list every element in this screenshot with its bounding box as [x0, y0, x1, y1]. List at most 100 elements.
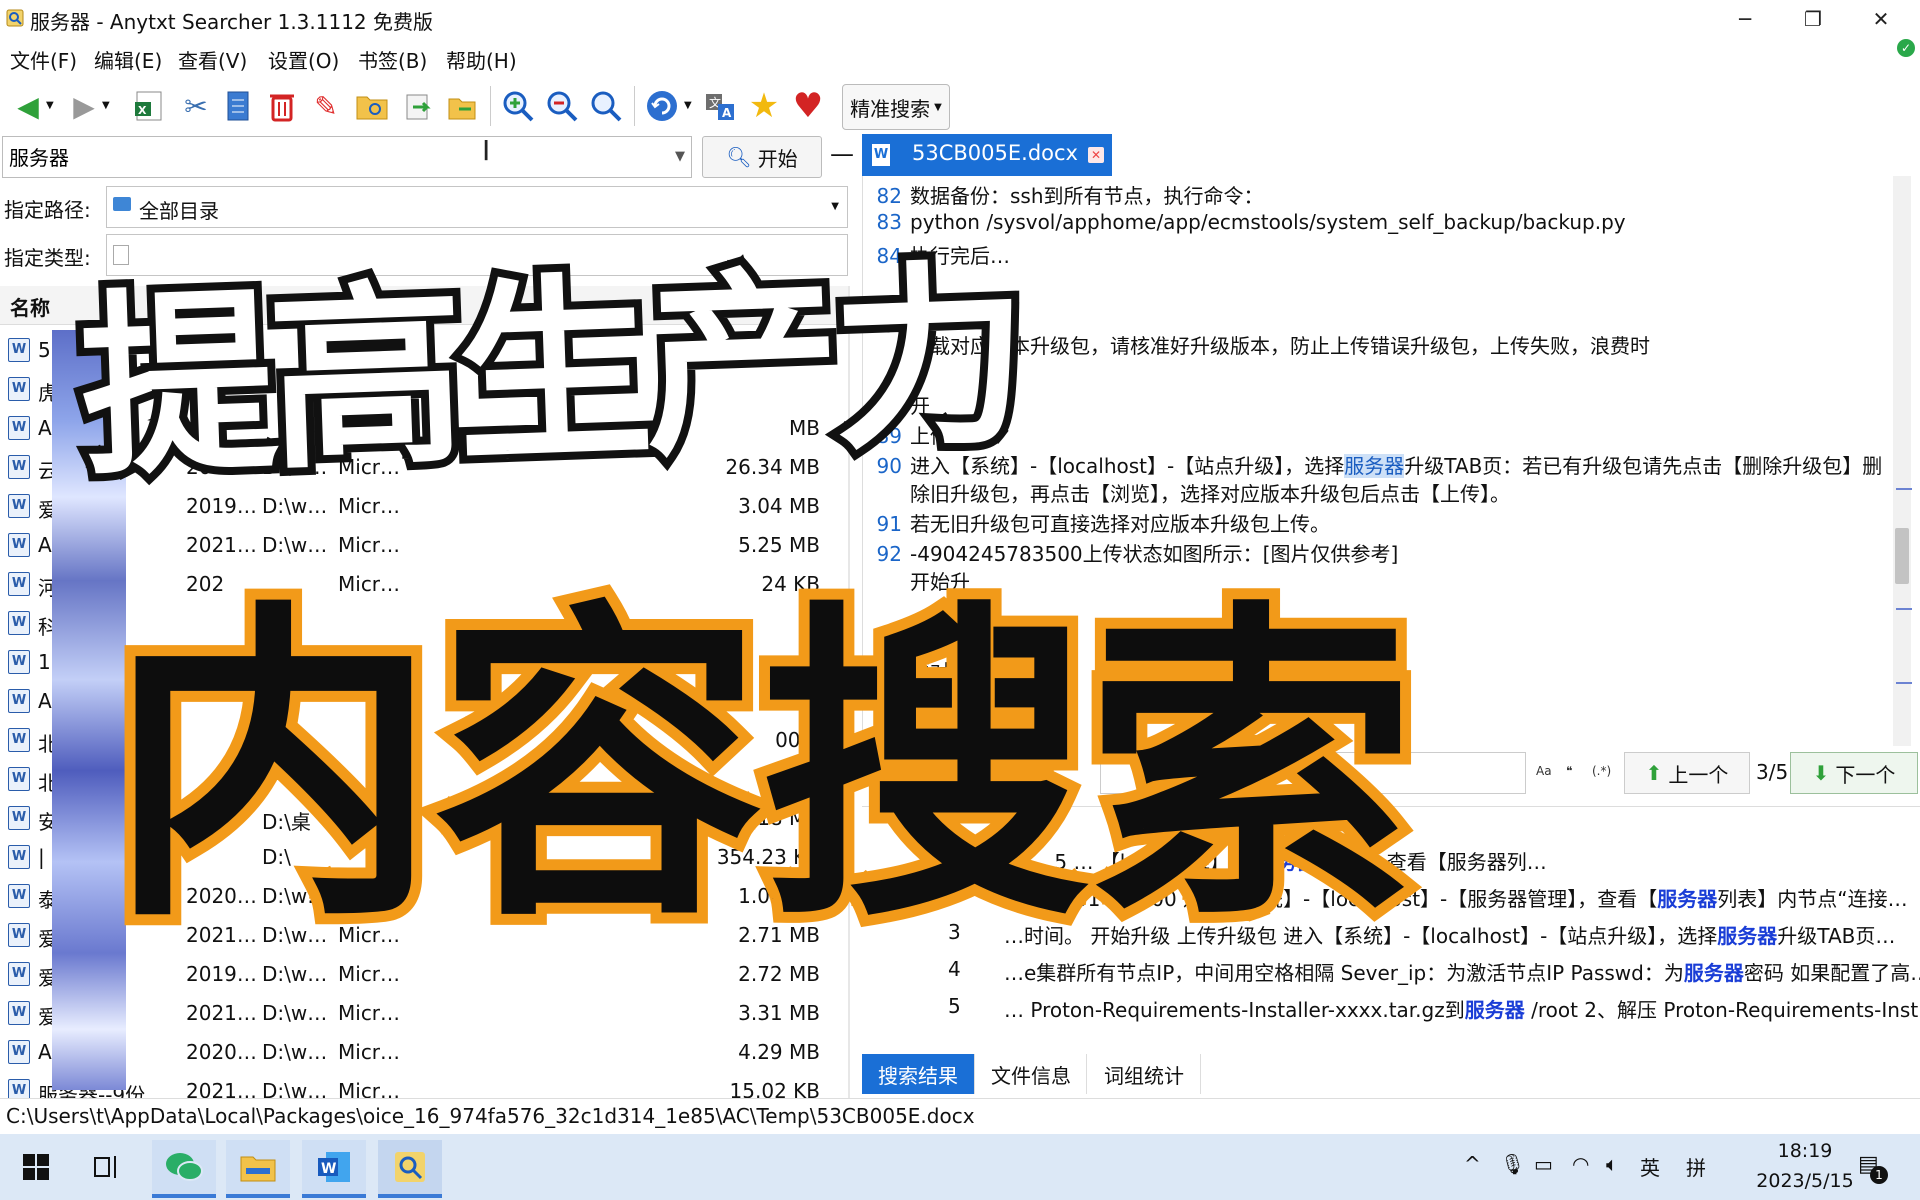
- column-name-header[interactable]: 名称: [10, 292, 50, 321]
- menu-file[interactable]: 文件(F): [10, 45, 77, 74]
- word-doc-icon: W: [8, 767, 30, 791]
- microphone-icon[interactable]: 🎙︎: [1500, 1152, 1525, 1176]
- line-text: 下载对应版本升级包，请核准好升级版本，防止上传错误升级包，上传失败，浪费时: [910, 334, 1650, 358]
- close-tab-icon[interactable]: ✕: [1088, 147, 1104, 163]
- list-item[interactable]: W爱 实施…2021…D:\w…Micr…3.31 MB: [0, 993, 850, 1031]
- back-icon[interactable]: ◀: [8, 86, 48, 126]
- document-scrollbar[interactable]: [1893, 176, 1911, 746]
- notification-count: 1: [1870, 1166, 1888, 1184]
- regex-toggle[interactable]: (.*): [1592, 764, 1611, 778]
- word-doc-icon: W: [8, 1040, 30, 1064]
- computer-icon: [113, 197, 131, 211]
- menu-settings[interactable]: 设置(O): [268, 45, 339, 74]
- match-marker: [1896, 682, 1912, 684]
- ime-mode[interactable]: 拼: [1686, 1152, 1706, 1181]
- menu-bookmarks[interactable]: 书签(B): [358, 45, 427, 74]
- document-tab-title: 53CB005E.docx: [912, 141, 1078, 165]
- network-icon[interactable]: ◠: [1572, 1152, 1589, 1176]
- back-dropdown-icon[interactable]: ▼: [46, 100, 54, 111]
- menu-edit[interactable]: 编辑(E): [94, 45, 162, 74]
- zoom-in-icon[interactable]: [498, 86, 538, 126]
- file-explorer-icon[interactable]: [226, 1140, 290, 1198]
- search-input[interactable]: [3, 137, 655, 175]
- next-match-label: 下一个: [1835, 762, 1896, 787]
- toolbar-separator: [634, 86, 635, 126]
- collapse-button[interactable]: —: [830, 140, 854, 168]
- favorite-star-icon[interactable]: ★: [744, 86, 784, 126]
- zoom-out-icon[interactable]: [542, 86, 582, 126]
- result-index: 5: [948, 994, 961, 1018]
- path-value: 全部目录: [139, 199, 219, 223]
- excel-export-icon[interactable]: X: [130, 86, 170, 126]
- menu-help[interactable]: 帮助(H): [446, 45, 517, 74]
- previous-match-label: 上一个: [1668, 762, 1729, 787]
- word-doc-icon: W: [8, 806, 30, 830]
- zoom-reset-icon[interactable]: [586, 86, 626, 126]
- result-text: … Proton-Requirements-Installer-xxxx.tar…: [1004, 998, 1465, 1022]
- document-scroll-thumb[interactable]: [1895, 528, 1909, 584]
- list-item[interactable]: WA up …2020…D:\w…Micr…4.29 MB: [0, 1032, 850, 1070]
- forward-dropdown-icon[interactable]: ▼: [102, 100, 110, 111]
- windows-start-icon[interactable]: [4, 1140, 68, 1194]
- start-search-label: 开始: [757, 146, 798, 171]
- status-bar: C:\Users\t\AppData\Local\Packages\oice_1…: [0, 1098, 1920, 1133]
- line-text: 升级TAB页：若已有升级包请先点击【删除升级包】删: [1404, 454, 1883, 478]
- word-doc-icon: W: [8, 572, 30, 596]
- open-folder-icon[interactable]: [352, 86, 392, 126]
- app-logo-icon: [6, 9, 24, 27]
- whole-word-toggle[interactable]: ❝: [1566, 764, 1572, 778]
- highlighted-match: 服务器: [1344, 454, 1405, 478]
- input-language[interactable]: 英: [1640, 1152, 1660, 1181]
- word-doc-icon: W: [8, 650, 30, 674]
- chevron-down-icon[interactable]: ▼: [675, 149, 685, 164]
- show-hidden-icons-icon[interactable]: ^: [1464, 1152, 1481, 1176]
- refresh-dropdown-icon[interactable]: ▼: [684, 100, 692, 111]
- word-doc-icon: W: [8, 884, 30, 908]
- export-icon[interactable]: [398, 86, 438, 126]
- clock-time[interactable]: 18:19: [1740, 1140, 1870, 1162]
- precise-search-dropdown[interactable]: 精准搜索 ▼: [842, 84, 950, 130]
- word-icon[interactable]: W: [302, 1140, 366, 1198]
- delete-icon[interactable]: [262, 86, 302, 126]
- menu-view[interactable]: 查看(V): [178, 45, 247, 74]
- tab-phrase-stats[interactable]: 词组统计: [1088, 1054, 1201, 1094]
- anytxt-taskbar-icon[interactable]: [378, 1140, 442, 1198]
- task-view-icon[interactable]: [76, 1140, 140, 1194]
- status-ok-icon: ✓: [1897, 39, 1915, 57]
- tab-file-info[interactable]: 文件信息: [976, 1054, 1087, 1094]
- clean-icon[interactable]: ✎: [306, 86, 346, 126]
- copy-icon[interactable]: [218, 86, 258, 126]
- translate-icon[interactable]: 文A: [700, 86, 740, 126]
- cut-icon[interactable]: ✂: [176, 86, 216, 126]
- wechat-icon[interactable]: [152, 1140, 216, 1198]
- clock-date[interactable]: 2023/5/15: [1740, 1170, 1870, 1192]
- match-case-toggle[interactable]: Aa: [1536, 764, 1552, 778]
- import-icon[interactable]: [442, 86, 482, 126]
- word-doc-icon: W: [8, 416, 30, 440]
- forward-icon[interactable]: ▶: [64, 86, 104, 126]
- refresh-icon[interactable]: [642, 86, 682, 126]
- status-file-path: C:\Users\t\AppData\Local\Packages\oice_1…: [6, 1104, 975, 1128]
- word-doc-icon: W: [8, 728, 30, 752]
- close-button[interactable]: ✕: [1850, 0, 1912, 38]
- tab-search-results[interactable]: 搜索结果: [862, 1054, 975, 1094]
- line-text: python /sysvol/apphome/app/ecmstools/sys…: [910, 210, 1626, 234]
- text-cursor-icon: I: [482, 134, 491, 167]
- word-doc-icon: W: [8, 962, 30, 986]
- restore-button[interactable]: ❐: [1782, 0, 1844, 38]
- word-doc-icon: W: [8, 533, 30, 557]
- volume-icon[interactable]: 🔈︎: [1606, 1152, 1618, 1176]
- overlay-headline-top: 提高生产力: [69, 235, 1032, 512]
- match-marker: [1896, 608, 1912, 610]
- minimize-button[interactable]: ─: [1714, 0, 1776, 38]
- previous-match-button[interactable]: ⬆ 上一个: [1624, 752, 1750, 794]
- document-tab[interactable]: W 53CB005E.docx: [862, 134, 1112, 176]
- start-search-button[interactable]: 🔍︎ 开始: [702, 136, 822, 178]
- next-match-button[interactable]: ⬇ 下一个: [1790, 752, 1918, 794]
- search-combobox[interactable]: ▼: [2, 136, 692, 178]
- result-text: /root 2、解压 Proton-Requirements-Inst…: [1524, 998, 1920, 1022]
- search-result-row[interactable]: 5 … Proton-Requirements-Installer-xxxx.ta…: [862, 988, 1920, 1024]
- battery-icon[interactable]: ▭: [1534, 1152, 1553, 1176]
- heart-icon[interactable]: ♥: [788, 86, 828, 126]
- precise-search-label: 精准搜索: [850, 96, 931, 121]
